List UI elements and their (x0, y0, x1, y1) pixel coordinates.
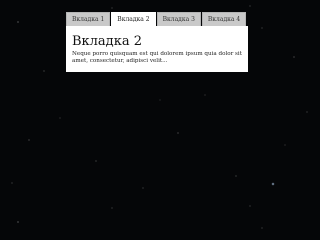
tab-bar: Вкладка 1 Вкладка 2 Вкладка 3 Вкладка 4 (66, 12, 248, 26)
tab-3[interactable]: Вкладка 3 (156, 12, 201, 26)
panel-title: Вкладка 2 (72, 34, 142, 49)
tab-4[interactable]: Вкладка 4 (201, 12, 247, 26)
panel-text: Neque porro quisquam est qui dolorem ips… (72, 51, 242, 64)
tab-2[interactable]: Вкладка 2 (111, 12, 156, 26)
tab-panel: Вкладка 2 Neque porro quisquam est qui d… (66, 26, 248, 72)
tabs-widget: Вкладка 1 Вкладка 2 Вкладка 3 Вкладка 4 … (66, 12, 248, 72)
tab-1[interactable]: Вкладка 1 (66, 12, 111, 26)
